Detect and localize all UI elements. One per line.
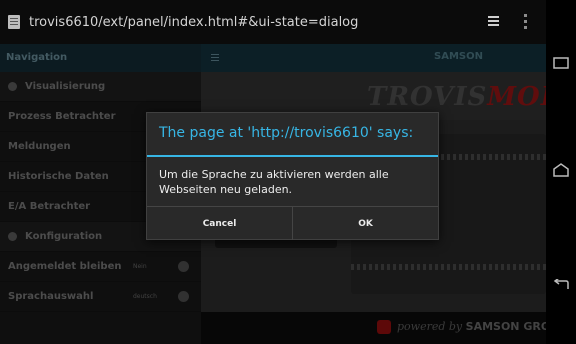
browser-toolbar: trovis6610/ext/panel/index.html#&ui-stat… <box>0 0 546 44</box>
system-navigation-bar <box>546 0 576 344</box>
dialog-button-bar: Cancel OK <box>147 206 438 240</box>
dialog-divider <box>147 155 438 157</box>
cancel-button[interactable]: Cancel <box>147 207 292 240</box>
tabs-icon[interactable] <box>488 16 499 27</box>
dialog-message: Um die Sprache zu aktivieren werden alle… <box>159 168 389 196</box>
overflow-menu-icon[interactable] <box>524 14 527 29</box>
alert-dialog: The page at 'http://trovis6610' says: Um… <box>146 112 439 240</box>
dialog-title: The page at 'http://trovis6610' says: <box>159 125 414 141</box>
page-icon <box>8 15 20 29</box>
ok-button[interactable]: OK <box>292 207 438 240</box>
back-icon[interactable] <box>553 279 569 291</box>
home-icon[interactable] <box>553 163 569 177</box>
url-bar[interactable]: trovis6610/ext/panel/index.html#&ui-stat… <box>29 15 358 30</box>
recent-apps-icon[interactable] <box>553 57 569 69</box>
